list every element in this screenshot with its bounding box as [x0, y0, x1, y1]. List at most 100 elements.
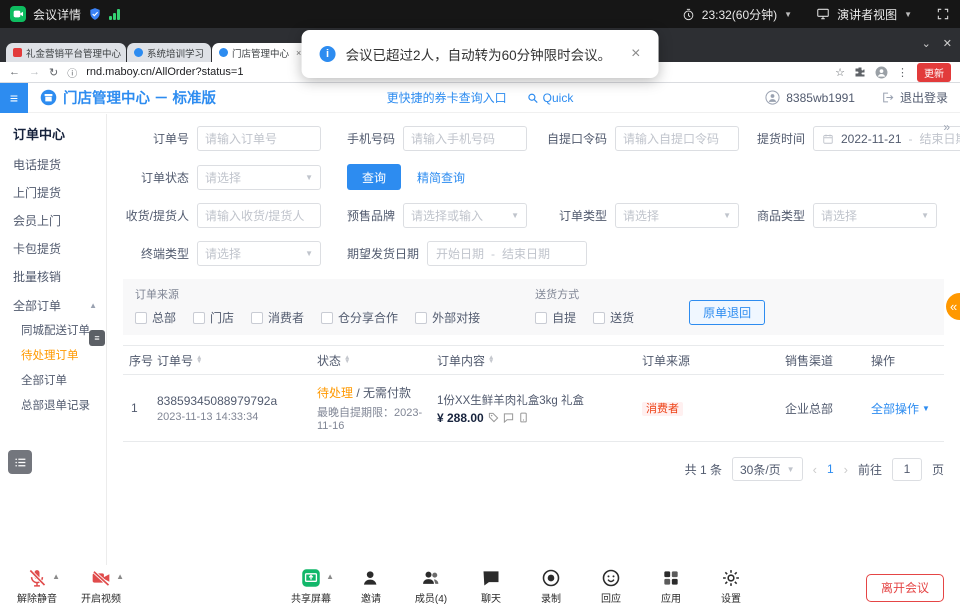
calendar-icon — [822, 133, 834, 145]
goto-page-input[interactable] — [892, 458, 922, 481]
sidebar-item-door-pickup[interactable]: 上门提货 — [0, 179, 106, 207]
meeting-timer[interactable]: 23:32(60分钟) — [702, 6, 777, 23]
checkbox-store[interactable]: 门店 — [193, 309, 234, 326]
next-page-icon[interactable]: › — [844, 462, 848, 477]
checkbox-warehouse-share[interactable]: 仓分享合作 — [321, 309, 398, 326]
order-number[interactable]: 83859345088979792a — [157, 394, 317, 408]
invite-button[interactable]: 邀请 — [348, 568, 394, 605]
meeting-details-button[interactable]: 会议详情 — [33, 6, 81, 23]
fullscreen-icon[interactable] — [936, 7, 950, 21]
url-text[interactable]: rnd.maboy.cn/AllOrder?status=1 — [86, 66, 243, 78]
bookmark-star-icon[interactable]: ☆ — [835, 66, 845, 79]
checkbox-consumer[interactable]: 消费者 — [251, 309, 304, 326]
checkbox-external[interactable]: 外部对接 — [415, 309, 480, 326]
sidebar-item-phone-pickup[interactable]: 电话提货 — [0, 151, 106, 179]
browser-tab[interactable]: 系统培训学习 — [127, 43, 211, 62]
sidebar-item-all-orders[interactable]: 全部订单 — [0, 369, 106, 394]
col-status[interactable]: 状态▲▼ — [317, 352, 437, 369]
logout-button[interactable]: 退出登录 — [900, 89, 948, 106]
checkbox-hq[interactable]: 总部 — [135, 309, 176, 326]
site-info-icon[interactable]: ⓘ — [67, 65, 77, 80]
gift-tag-icon[interactable] — [488, 412, 499, 423]
order-status-select[interactable]: 请选择 ▼ — [197, 165, 321, 190]
sidebar-drag-handle-icon[interactable]: ≡ — [89, 330, 105, 346]
quick-search[interactable]: Quick — [527, 91, 574, 105]
sidebar-section-all-orders[interactable]: 全部订单 ▲ — [0, 291, 106, 319]
reaction-button[interactable]: 回应 — [588, 568, 634, 605]
message-icon[interactable] — [503, 412, 514, 423]
sort-icon[interactable]: ▲▼ — [196, 356, 202, 364]
col-content[interactable]: 订单内容▲▼ — [437, 352, 642, 369]
pickup-start-date[interactable]: 2022-11-21 — [841, 132, 902, 146]
page-size-select[interactable]: 30条/页 ▼ — [732, 457, 803, 481]
network-signal-icon[interactable] — [109, 9, 120, 20]
mobile-device-icon[interactable] — [518, 412, 529, 423]
camera-options-caret-icon[interactable]: ▲ — [116, 572, 124, 581]
current-page[interactable]: 1 — [827, 462, 834, 476]
prev-page-icon[interactable]: ‹ — [813, 462, 817, 477]
forward-icon[interactable]: → — [29, 66, 40, 78]
tab-search-caret-icon[interactable]: ⌄ — [922, 37, 931, 50]
unmute-button[interactable]: 解除静音 ▲ — [14, 568, 60, 605]
sort-icon[interactable]: ▲▼ — [488, 356, 494, 364]
phone-input[interactable] — [403, 126, 527, 151]
start-video-button[interactable]: 开启视频 ▲ — [78, 568, 124, 605]
browser-update-button[interactable]: 更新 — [917, 63, 951, 82]
floating-list-button[interactable] — [8, 450, 32, 474]
apps-button[interactable]: 应用 — [648, 568, 694, 605]
pickup-end-date[interactable]: 结束日期 — [920, 130, 960, 147]
simple-query-link[interactable]: 精简查询 — [417, 169, 465, 186]
collapse-panel-icon[interactable]: » — [943, 120, 950, 134]
all-actions-dropdown[interactable]: 全部操作 ▼ — [871, 400, 944, 417]
view-mode-selector[interactable]: 演讲者视图 — [837, 6, 897, 23]
profile-avatar-icon[interactable] — [875, 66, 888, 79]
share-screen-button[interactable]: 共享屏幕 ▲ — [288, 568, 334, 605]
chevron-up-icon: ▲ — [89, 301, 97, 310]
checkbox-delivery[interactable]: 送货 — [593, 309, 634, 326]
pickup-time-range[interactable]: 2022-11-21 - 结束日期 — [813, 126, 960, 151]
browser-tab-active[interactable]: 门店管理中心× — [212, 43, 308, 62]
window-close-icon[interactable]: ✕ — [943, 37, 952, 50]
sidebar-item-hq-refund-records[interactable]: 总部退单记录 — [0, 394, 106, 419]
search-button[interactable]: 查询 — [347, 164, 401, 190]
username[interactable]: 8385wb1991 — [786, 91, 855, 105]
mic-options-caret-icon[interactable]: ▲ — [52, 572, 60, 581]
view-mode-caret-icon[interactable]: ▼ — [904, 10, 912, 19]
presale-brand-select[interactable]: 请选择或输入 ▼ — [403, 203, 527, 228]
record-button[interactable]: 录制 — [528, 568, 574, 605]
sidebar-toggle-button[interactable]: ≡ — [0, 83, 28, 113]
pickup-code-input[interactable] — [615, 126, 739, 151]
sidebar-item-pending-orders[interactable]: 待处理订单 — [0, 344, 106, 369]
notification-close-icon[interactable]: × — [631, 45, 640, 63]
original-order-return-button[interactable]: 原单退回 — [689, 300, 765, 325]
ship-start-date[interactable]: 开始日期 — [436, 245, 484, 262]
leave-meeting-button[interactable]: 离开会议 — [866, 574, 944, 602]
ship-end-date[interactable]: 结束日期 — [502, 245, 550, 262]
expect-ship-date-range[interactable]: 开始日期 - 结束日期 — [427, 241, 587, 266]
checkbox-self-pickup[interactable]: 自提 — [535, 309, 576, 326]
chat-button[interactable]: 聊天 — [468, 568, 514, 605]
terminal-type-select[interactable]: 请选择 ▼ — [197, 241, 321, 266]
receiver-input[interactable] — [197, 203, 321, 228]
share-options-caret-icon[interactable]: ▲ — [326, 572, 334, 581]
back-icon[interactable]: ← — [9, 66, 20, 78]
col-order-no[interactable]: 订单号▲▼ — [157, 352, 317, 369]
coupon-query-link[interactable]: 更快捷的券卡查询入口 — [387, 89, 507, 106]
tab-close-icon[interactable]: × — [293, 48, 301, 58]
sort-icon[interactable]: ▲▼ — [344, 356, 350, 364]
settings-button[interactable]: 设置 — [708, 568, 754, 605]
security-shield-icon[interactable] — [88, 7, 102, 21]
sidebar-item-batch-verify[interactable]: 批量核销 — [0, 263, 106, 291]
timer-caret-icon[interactable]: ▼ — [784, 10, 792, 19]
extensions-puzzle-icon[interactable] — [854, 66, 866, 78]
order-type-select[interactable]: 请选择 ▼ — [615, 203, 739, 228]
members-button[interactable]: 成员(4) — [408, 568, 454, 605]
sidebar-item-member-visit[interactable]: 会员上门 — [0, 207, 106, 235]
browser-menu-kebab-icon[interactable]: ⋮ — [897, 66, 908, 79]
sidebar-item-card-pickup[interactable]: 卡包提货 — [0, 235, 106, 263]
order-no-input[interactable] — [197, 126, 321, 151]
browser-tab[interactable]: 礼金营销平台管理中心 — [6, 43, 126, 62]
goods-type-select[interactable]: 请选择 ▼ — [813, 203, 937, 228]
chevron-down-icon: ▼ — [922, 404, 930, 413]
reload-icon[interactable]: ↻ — [49, 66, 58, 79]
